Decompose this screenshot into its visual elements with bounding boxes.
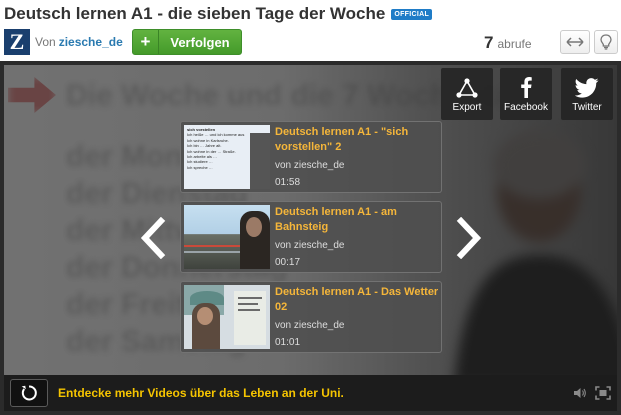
related-video-author: von ziesche_de	[275, 160, 345, 171]
facebook-button[interactable]: Facebook	[500, 68, 552, 120]
related-video-title[interactable]: Deutsch lernen A1 - Das Wetter 02	[275, 285, 439, 315]
expand-button[interactable]	[560, 30, 590, 54]
related-video-duration: 00:17	[275, 257, 301, 268]
view-label: abrufe	[497, 37, 532, 51]
follow-button[interactable]: + Verfolgen	[132, 29, 242, 55]
video-title-row: Deutsch lernen A1 - die sieben Tage der …	[4, 2, 433, 26]
video-thumbnail	[184, 285, 270, 349]
facebook-label: Facebook	[504, 102, 548, 113]
related-video-card[interactable]: Deutsch lernen A1 - am Bahnsteig von zie…	[180, 201, 442, 273]
related-video-author: von ziesche_de	[275, 240, 345, 251]
export-label: Export	[452, 102, 482, 113]
twitter-button[interactable]: Twitter	[561, 68, 613, 120]
related-video-card[interactable]: Deutsch lernen A1 - Das Wetter 02 von zi…	[180, 281, 442, 353]
related-video-card[interactable]: sich vorstellen Ich heiße … und ich komm…	[180, 121, 442, 193]
related-video-title[interactable]: Deutsch lernen A1 - am Bahnsteig	[275, 205, 439, 235]
horizontal-arrows-icon	[566, 37, 584, 47]
replay-button[interactable]	[10, 379, 48, 407]
plus-icon: +	[133, 30, 159, 54]
volume-icon[interactable]	[573, 386, 587, 400]
uploader-info: Von ziesche_de	[35, 35, 123, 49]
discover-link[interactable]: Entdecke mehr Videos über das Leben an d…	[58, 386, 344, 400]
related-video-duration: 01:01	[275, 337, 301, 348]
chevron-left-icon[interactable]	[137, 217, 167, 259]
twitter-icon	[575, 78, 599, 98]
related-video-title[interactable]: Deutsch lernen A1 - "sich vorstellen" 2	[275, 125, 439, 155]
video-thumbnail	[184, 205, 270, 269]
channel-logo[interactable]: Z	[4, 29, 30, 55]
player-control-bar: Entdecke mehr Videos über das Leben an d…	[4, 375, 617, 411]
replay-icon	[21, 385, 37, 401]
lightbulb-icon	[600, 34, 612, 50]
related-video-author: von ziesche_de	[275, 320, 345, 331]
video-player[interactable]: Die Woche und die 7 Wochentage der Monta…	[0, 61, 621, 415]
official-badge: OFFICIAL	[391, 8, 433, 20]
follow-label: Verfolgen	[170, 34, 230, 50]
fullscreen-icon[interactable]	[595, 386, 611, 400]
lightbulb-button[interactable]	[594, 30, 618, 54]
export-button[interactable]: Export	[441, 68, 493, 120]
chevron-right-icon[interactable]	[455, 217, 485, 259]
from-label: Von	[35, 35, 56, 49]
facebook-icon	[521, 77, 532, 98]
video-title: Deutsch lernen A1 - die sieben Tage der …	[4, 4, 386, 23]
view-count: 7	[484, 33, 494, 52]
export-icon	[456, 78, 478, 98]
video-meta-row: Z Von ziesche_de + Verfolgen 7 abrufe	[4, 29, 618, 57]
related-video-duration: 01:58	[275, 177, 301, 188]
uploader-link[interactable]: ziesche_de	[59, 35, 123, 49]
twitter-label: Twitter	[572, 102, 602, 113]
video-thumbnail: sich vorstellen Ich heiße … und ich komm…	[184, 125, 270, 189]
view-counter: 7 abrufe	[484, 33, 532, 53]
